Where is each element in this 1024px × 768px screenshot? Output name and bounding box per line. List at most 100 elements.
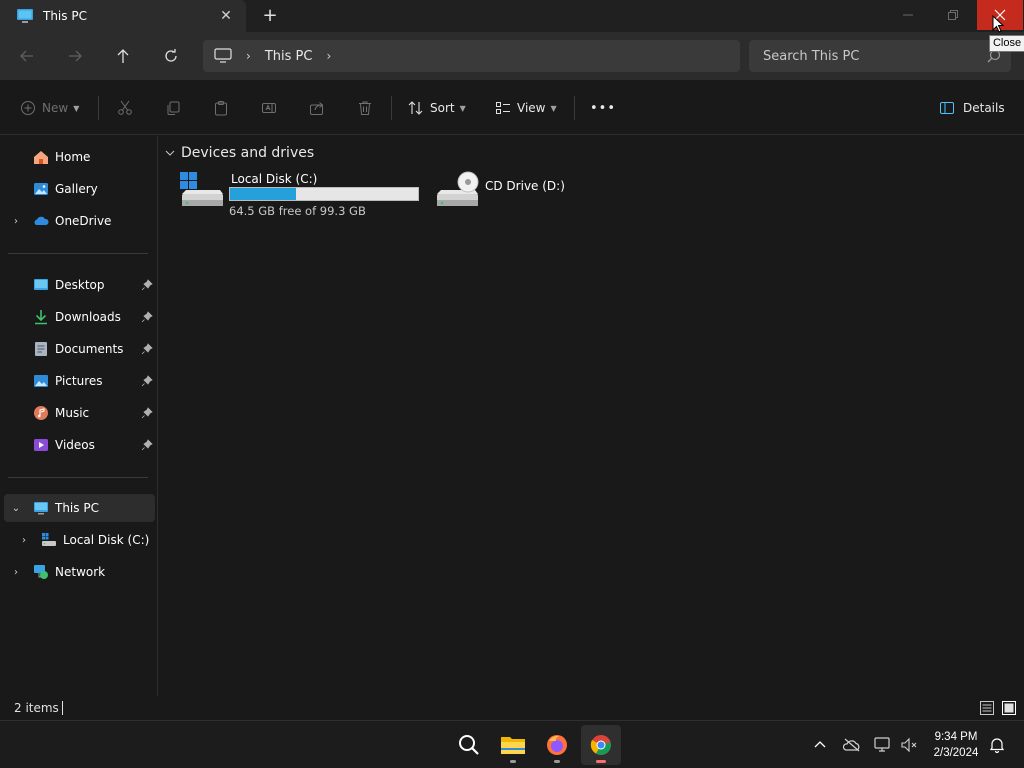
arrow-left-icon <box>20 50 33 62</box>
music-icon <box>34 406 48 420</box>
sidebar-item-label: Network <box>55 565 106 579</box>
arrow-up-icon <box>117 49 129 63</box>
search-box[interactable] <box>749 40 1011 72</box>
drive-usage-bar <box>229 187 419 201</box>
pin-icon[interactable] <box>141 375 153 387</box>
tab-this-pc[interactable]: This PC ✕ <box>0 0 246 32</box>
cut-button[interactable] <box>117 96 133 120</box>
back-button[interactable] <box>15 44 39 68</box>
share-button[interactable] <box>309 96 325 120</box>
sidebar-item-gallery[interactable]: Gallery <box>4 175 155 203</box>
network-tray-button[interactable] <box>873 735 893 755</box>
view-button[interactable]: View ▼ <box>495 96 557 120</box>
trash-icon <box>359 101 371 115</box>
taskbar-firefox[interactable] <box>537 725 577 765</box>
pictures-icon <box>34 375 48 387</box>
copy-icon <box>167 101 180 115</box>
search-input[interactable] <box>763 48 973 64</box>
drive-cd-d[interactable]: CD Drive (D:) <box>434 170 565 218</box>
windows-drive-icon <box>180 172 223 206</box>
sort-icon <box>408 101 423 115</box>
sidebar-item-documents[interactable]: Documents <box>4 335 155 363</box>
notifications-button[interactable] <box>987 735 1007 755</box>
close-tab-icon[interactable]: ✕ <box>218 8 234 24</box>
running-indicator <box>510 760 516 763</box>
sidebar-item-pictures[interactable]: Pictures <box>4 367 155 395</box>
downloads-icon <box>35 310 47 325</box>
more-options-button[interactable]: ••• <box>590 96 616 120</box>
breadcrumb-this-pc[interactable]: This PC <box>265 49 313 64</box>
divider <box>8 253 148 254</box>
minimize-button[interactable] <box>885 0 931 30</box>
pin-icon[interactable] <box>141 343 153 355</box>
sidebar-item-desktop[interactable]: Desktop <box>4 271 155 299</box>
breadcrumb-separator[interactable]: › <box>326 49 331 63</box>
sidebar-item-music[interactable]: Music <box>4 399 155 427</box>
volume-tray-button[interactable] <box>899 735 919 755</box>
refresh-icon <box>165 49 177 62</box>
chevron-right-icon[interactable]: › <box>18 535 30 546</box>
drive-local-disk-c[interactable]: Local Disk (C:) 64.5 GB free of 99.3 GB <box>179 170 424 218</box>
bell-icon <box>989 738 1005 753</box>
details-view-icon[interactable] <box>979 700 995 716</box>
pin-icon[interactable] <box>141 407 153 419</box>
sort-label: Sort <box>430 101 455 115</box>
sidebar-item-this-pc[interactable]: ⌄ This PC <box>4 494 155 522</box>
chevron-right-icon[interactable]: › <box>10 216 22 227</box>
arrow-right-icon <box>69 50 82 62</box>
pin-icon[interactable] <box>141 279 153 291</box>
sidebar-item-home[interactable]: Home <box>4 143 155 171</box>
delete-button[interactable] <box>357 96 373 120</box>
sidebar-item-local-disk[interactable]: › Local Disk (C:) <box>4 526 155 554</box>
forward-button[interactable] <box>63 44 87 68</box>
divider <box>391 96 392 120</box>
pin-icon[interactable] <box>141 311 153 323</box>
view-label: View <box>517 101 546 115</box>
sidebar-item-videos[interactable]: Videos <box>4 431 155 459</box>
sidebar-item-label: Desktop <box>55 278 105 292</box>
chevron-down-icon[interactable]: ⌄ <box>10 503 22 514</box>
sidebar-item-label: Music <box>55 406 90 420</box>
search-icon <box>459 735 479 755</box>
chevron-right-icon[interactable]: › <box>10 567 22 578</box>
restore-button[interactable] <box>930 0 976 30</box>
paste-button[interactable] <box>213 96 229 120</box>
documents-icon <box>35 342 47 356</box>
chevron-down-icon: ▼ <box>459 103 466 113</box>
share-icon <box>310 102 324 115</box>
rename-button[interactable] <box>261 96 277 120</box>
sidebar-item-downloads[interactable]: Downloads <box>4 303 155 331</box>
drive-icon <box>42 533 56 546</box>
show-hidden-icons-button[interactable] <box>810 735 830 755</box>
refresh-button[interactable] <box>159 44 183 68</box>
running-indicator <box>596 760 606 763</box>
taskbar-search-button[interactable] <box>449 725 489 765</box>
desktop-icon <box>34 279 48 290</box>
details-pane-button[interactable]: Details <box>939 96 1005 120</box>
group-header-devices-and-drives[interactable]: Devices and drives <box>165 145 314 161</box>
new-tab-button[interactable]: + <box>260 7 280 27</box>
taskbar-file-explorer[interactable] <box>493 725 533 765</box>
large-icons-view-icon[interactable] <box>1001 700 1017 716</box>
new-button[interactable]: New ▼ <box>20 96 79 120</box>
sort-button[interactable]: Sort ▼ <box>408 96 466 120</box>
pin-icon[interactable] <box>141 439 153 451</box>
copy-button[interactable] <box>165 96 181 120</box>
chevron-up-icon <box>814 741 826 748</box>
onedrive-tray-button[interactable] <box>842 735 862 755</box>
tab-title: This PC <box>43 9 87 23</box>
taskbar-clock[interactable]: 9:34 PM 2/3/2024 <box>928 729 984 761</box>
up-button[interactable] <box>111 44 135 68</box>
breadcrumb-separator[interactable]: › <box>246 49 251 63</box>
item-count: 2 items <box>14 701 59 715</box>
taskbar-chrome[interactable] <box>581 725 621 765</box>
address-bar[interactable]: › This PC › <box>203 40 740 72</box>
chevron-down-icon: ▼ <box>73 103 80 113</box>
file-list-area: Devices and drives Local Disk (C:) 64.5 … <box>159 136 1024 696</box>
sidebar-item-label: Downloads <box>55 310 121 324</box>
sidebar-item-label: OneDrive <box>55 214 112 228</box>
sidebar-item-network[interactable]: › Network <box>4 558 155 586</box>
view-list-icon <box>496 102 510 114</box>
sidebar-item-onedrive[interactable]: › OneDrive <box>4 207 155 235</box>
drive-name: CD Drive (D:) <box>485 179 565 193</box>
